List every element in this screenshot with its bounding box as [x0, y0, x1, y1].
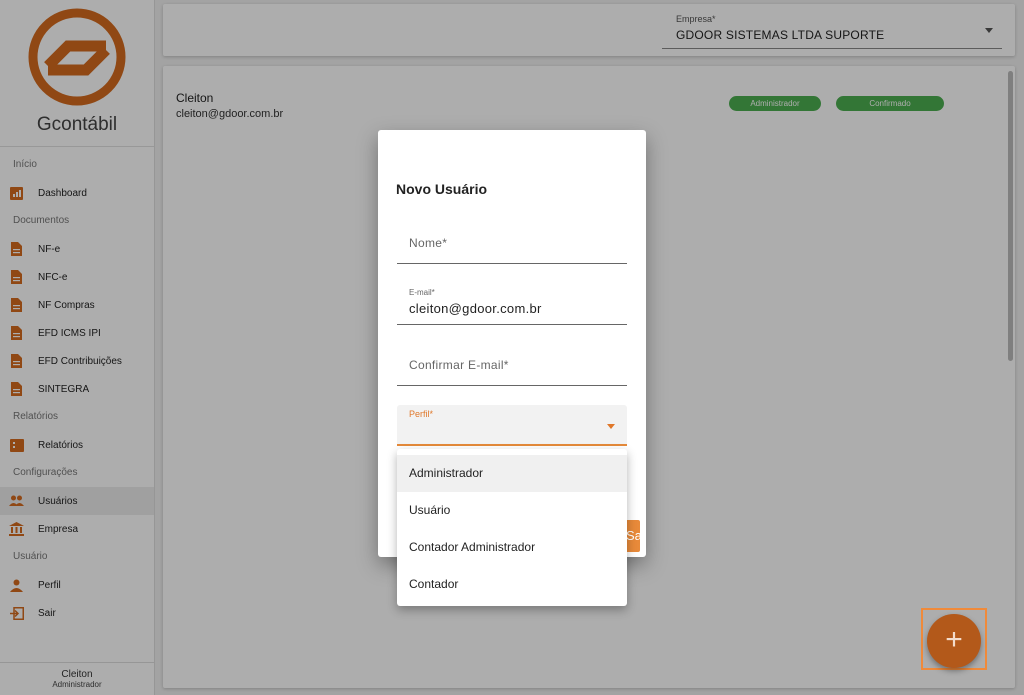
confirm-email-placeholder: Confirmar E-mail*: [409, 358, 509, 372]
nome-underline: [397, 263, 627, 264]
perfil-dropdown-menu: Administrador Usuário Contador Administr…: [397, 449, 627, 606]
chevron-down-icon: [607, 424, 615, 429]
confirm-email-field[interactable]: Confirmar E-mail*: [397, 352, 627, 386]
dialog-title: Novo Usuário: [396, 181, 488, 197]
nome-field[interactable]: Nome*: [397, 230, 627, 264]
email-label: E-mail*: [409, 288, 435, 297]
confirm-email-underline: [397, 385, 627, 386]
perfil-select[interactable]: Perfil*: [397, 405, 627, 446]
nome-placeholder: Nome*: [409, 236, 448, 250]
perfil-option-contador-administrador[interactable]: Contador Administrador: [397, 529, 627, 566]
perfil-option-usuario[interactable]: Usuário: [397, 492, 627, 529]
email-field[interactable]: E-mail* cleiton@gdoor.com.br: [397, 285, 627, 325]
email-value: cleiton@gdoor.com.br: [409, 301, 542, 316]
email-underline: [397, 324, 627, 325]
perfil-label: Perfil*: [409, 409, 434, 419]
perfil-option-contador[interactable]: Contador: [397, 566, 627, 603]
perfil-option-administrador[interactable]: Administrador: [397, 455, 627, 492]
add-user-button[interactable]: +: [927, 614, 981, 668]
